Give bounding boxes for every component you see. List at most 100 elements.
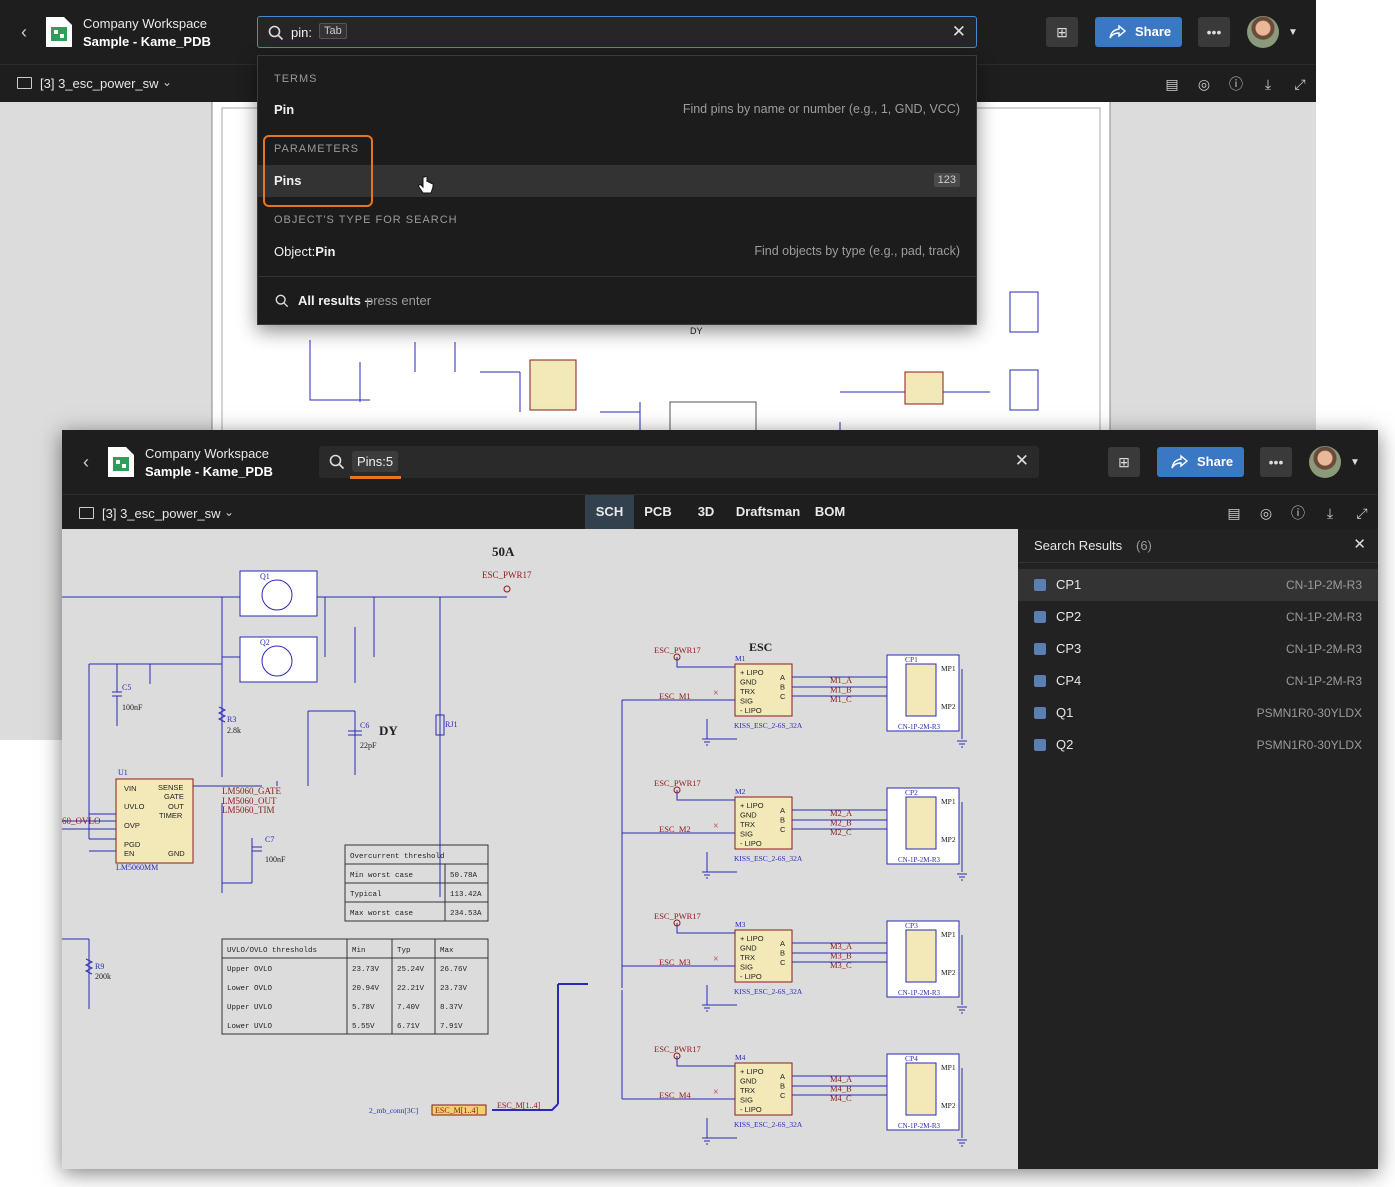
comments-icon[interactable]: ▤ [1225,504,1243,522]
r9-value: 200k [95,972,111,981]
esc-pin-label: GND [740,811,757,820]
comment-add-button[interactable]: ⊞ [1108,447,1140,477]
back-arrow-icon[interactable]: ‹ [76,452,96,472]
tab-draftsman[interactable]: Draftsman [732,495,804,529]
resistor-rj1[interactable]: RJ1 [435,714,457,736]
search-box[interactable]: Pins:5 ✕ [319,446,1039,479]
table-header-cell: Max [440,947,454,955]
search-box[interactable]: pin: Tab ✕ [257,16,977,48]
search-input[interactable]: pin: [291,25,312,40]
review-icon[interactable]: ◎ [1195,75,1213,93]
suggestion-description: Find pins by name or number (e.g., 1, GN… [682,102,960,116]
tab-pcb[interactable]: PCB [637,495,679,529]
mp1-label: MP1 [941,664,956,673]
suggestion-object-pin[interactable]: Object:Pin Find objects by type (e.g., p… [258,236,976,268]
chevron-down-icon[interactable]: ⌄ [162,75,172,89]
search-filter-chip[interactable]: Pins:5 [352,451,399,472]
result-item[interactable]: CP1 CN-1P-2M-R3 [1018,569,1378,601]
back-arrow-icon[interactable]: ‹ [14,22,34,42]
close-panel-icon[interactable]: ✕ [1353,535,1366,553]
object-type-header: OBJECT'S TYPE FOR SEARCH [274,214,458,226]
u1-pin-vin: VIN [124,784,137,793]
tab-sch[interactable]: SCH [585,495,634,529]
resistor-r9[interactable]: R9200k [84,958,111,981]
suggestion-label: Pin [274,102,295,117]
clear-search-icon[interactable]: ✕ [1015,451,1029,471]
component-icon [1034,739,1046,751]
mosfet-q1[interactable]: Q1 [239,570,318,617]
rj1-label: RJ1 [445,720,457,729]
connector-inner [905,663,937,717]
doc-title[interactable]: [3] 3_esc_power_sw [40,76,159,91]
share-button[interactable]: Share [1095,17,1182,47]
esc-block-m3[interactable]: ESC_PWR17 ESC_M3 M3 KISS_ESC_2-6S_32A + LIPO… [621,911,967,1014]
capacitor-c5[interactable]: C5 100nF [112,664,143,726]
workspace-name: Company Workspace [83,16,208,31]
esc-pin-label: TRX [740,953,755,962]
project-name: Sample - Kame_PDB [145,464,273,479]
ground-icon [702,1137,967,1147]
esc-pin-label: TRX [740,687,755,696]
result-item[interactable]: CP3 CN-1P-2M-R3 [1018,633,1378,665]
comment-add-button[interactable]: ⊞ [1046,17,1078,47]
download-icon[interactable]: ⤓ [1321,504,1339,522]
net-label-phase: M4_A [830,1074,853,1084]
result-item[interactable]: Q1 PSMN1R0-30YLDX [1018,697,1378,729]
table-cell: 7.91V [440,1023,463,1031]
all-results-row[interactable]: All results – press enter [258,285,976,317]
c5-label: C5 [122,683,131,692]
table-cell: 26.76V [440,966,468,974]
ic-u1[interactable]: U1 LM5060MM VIN UVLO OVP PGD EN SENSE GA… [115,768,194,872]
connector-inner [905,929,937,983]
info-icon[interactable]: ⓘ [1289,504,1307,522]
component-icon [1034,579,1046,591]
table-cell: 113.42A [450,891,482,899]
clear-search-icon[interactable]: ✕ [952,22,966,42]
review-icon[interactable]: ◎ [1257,504,1275,522]
avatar[interactable] [1247,16,1279,48]
esc-block-m4[interactable]: ESC_PWR17 ESC_M4 M4 KISS_ESC_2-6S_32A + LIPO… [621,990,967,1147]
avatar[interactable] [1309,446,1341,478]
mp1-label: MP1 [941,930,956,939]
info-icon[interactable]: ⓘ [1227,75,1245,93]
mosfet-q2[interactable]: Q2 [239,636,318,683]
fullscreen-icon[interactable]: ⤢ [1353,504,1371,522]
esc-ref: M1 [735,654,746,663]
result-part: CN-1P-2M-R3 [1285,578,1362,592]
chevron-down-icon[interactable]: ▼ [1350,457,1360,468]
more-options-button[interactable]: ••• [1260,447,1292,477]
tab-3d[interactable]: 3D [689,495,723,529]
result-item[interactable]: CP4 CN-1P-2M-R3 [1018,665,1378,697]
capacitor-c7[interactable]: C7 100nF [252,835,286,864]
suggestion-label: Object:Pin [274,244,335,259]
c5-value: 100nF [122,703,143,712]
download-icon[interactable]: ⤓ [1259,75,1277,93]
table-cell: 23.73V [440,985,468,993]
schematic-canvas[interactable]: 50A ESC_PWR17 Q1 Q2 C5 100nF R3 2.8k C6 22p… [62,529,1018,1169]
esc-ref: M4 [735,1053,746,1062]
net-label-pwr: ESC_PWR17 [654,1044,701,1054]
fullscreen-icon[interactable]: ⤢ [1291,75,1309,93]
more-options-button[interactable]: ••• [1198,17,1230,47]
tab-bom[interactable]: BOM [812,495,848,529]
share-label: Share [1197,454,1234,469]
capacitor-c6[interactable]: C6 22pF [348,721,377,775]
comments-icon[interactable]: ▤ [1163,75,1181,93]
share-button[interactable]: Share [1157,447,1244,477]
chevron-down-icon[interactable]: ▼ [1288,27,1298,38]
esc-pin-label: B [780,816,785,825]
c6-value: 22pF [360,741,377,750]
result-item[interactable]: Q2 PSMN1R0-30YLDX [1018,729,1378,761]
schematic-drawing: 50A ESC_PWR17 Q1 Q2 C5 100nF R3 2.8k C6 22p… [62,544,967,1147]
result-item[interactable]: CP2 CN-1P-2M-R3 [1018,601,1378,633]
doc-title[interactable]: [3] 3_esc_power_sw [102,506,221,521]
uvlo-ovlo-table: UVLO/OVLO thresholds Min Typ Max Upper OVLO 2… [221,938,489,1035]
r3-value: 2.8k [227,726,241,735]
suggestion-pin-term[interactable]: Pin Find pins by name or number (e.g., 1… [258,94,976,126]
chevron-down-icon[interactable]: ⌄ [224,505,234,519]
divider [258,276,976,277]
search-icon [275,294,289,308]
no-connect-icon: × [713,954,719,965]
chip-underline [350,476,401,479]
esc-pin-label: B [780,683,785,692]
